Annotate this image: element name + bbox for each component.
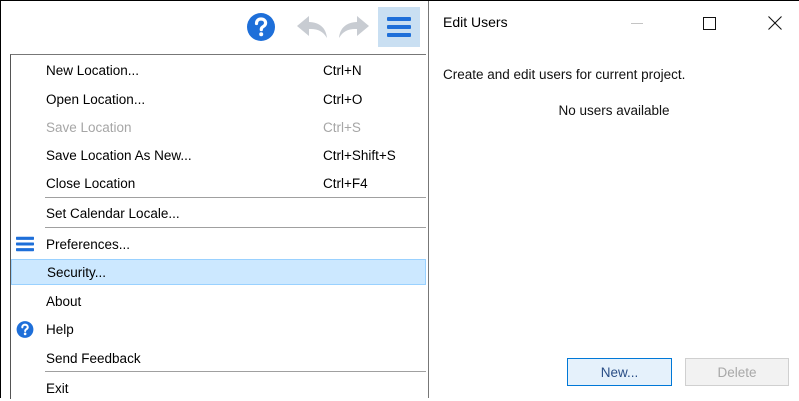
menu-item-label: Save Location (46, 119, 132, 135)
help-button[interactable] (241, 7, 281, 47)
dialog-titlebar[interactable]: Edit Users (429, 1, 799, 43)
menu-item-about[interactable]: About (11, 288, 426, 314)
menu-item-preferences[interactable]: Preferences... (11, 231, 426, 257)
menu-item-shortcut: Ctrl+O (323, 91, 363, 107)
hamburger-menu-icon (387, 17, 411, 37)
close-button[interactable] (753, 9, 797, 37)
menu-item-security[interactable]: Security... (11, 259, 426, 285)
minimize-button (615, 9, 659, 37)
close-icon (768, 16, 782, 30)
menu-item-label: About (46, 293, 82, 309)
menu-item-shortcut: Ctrl+S (323, 119, 361, 135)
menu-item-label: New Location... (46, 62, 140, 78)
empty-users-message: No users available (558, 103, 670, 118)
menu-item-label: Preferences... (46, 236, 131, 252)
application-pane: New Location... Ctrl+N Open Location... … (1, 1, 426, 399)
menu-item-save-location-as-new[interactable]: Save Location As New... Ctrl+Shift+S (11, 142, 426, 168)
menu-separator (45, 371, 426, 372)
menu-item-label: Save Location As New... (46, 147, 192, 163)
preferences-list-icon (16, 235, 34, 253)
menu-item-close-location[interactable]: Close Location Ctrl+F4 (11, 170, 426, 196)
menu-item-new-location[interactable]: New Location... Ctrl+N (11, 57, 426, 83)
new-user-button[interactable]: New... (567, 358, 672, 386)
help-icon (16, 320, 34, 338)
menu-item-label: Send Feedback (46, 350, 141, 366)
menu-item-open-location[interactable]: Open Location... Ctrl+O (11, 86, 426, 112)
redo-arrow-icon (339, 16, 369, 38)
main-menu: New Location... Ctrl+N Open Location... … (10, 54, 426, 399)
menu-item-label: Close Location (46, 175, 136, 191)
menu-item-label: Open Location... (46, 91, 146, 107)
undo-arrow-icon (297, 16, 327, 38)
main-menu-button[interactable] (378, 7, 420, 47)
menu-item-label: Set Calendar Locale... (46, 205, 180, 221)
maximize-button[interactable] (687, 9, 731, 37)
undo-button[interactable] (292, 7, 332, 47)
help-icon (247, 13, 275, 41)
menu-separator (45, 197, 426, 198)
menu-item-label: Help (46, 321, 74, 337)
menu-item-label: Exit (46, 380, 69, 396)
menu-item-shortcut: Ctrl+N (323, 62, 362, 78)
menu-item-set-calendar-locale[interactable]: Set Calendar Locale... (11, 200, 426, 226)
menu-item-shortcut: Ctrl+Shift+S (323, 147, 396, 163)
minimize-icon (631, 23, 643, 24)
menu-item-shortcut: Ctrl+F4 (323, 175, 368, 191)
menu-item-save-location: Save Location Ctrl+S (11, 114, 426, 140)
dialog-title: Edit Users (443, 14, 508, 30)
toolbar (1, 1, 426, 53)
menu-item-label: Security... (47, 264, 107, 280)
delete-user-button: Delete (685, 358, 789, 386)
menu-item-exit[interactable]: Exit (11, 375, 426, 401)
maximize-icon (702, 16, 716, 30)
menu-item-help[interactable]: Help (11, 316, 426, 342)
menu-item-send-feedback[interactable]: Send Feedback (11, 345, 426, 371)
dialog-description: Create and edit users for current projec… (443, 67, 686, 82)
edit-users-dialog: Edit Users Create and edit users for cur… (428, 1, 799, 398)
menu-separator (45, 227, 426, 228)
redo-button[interactable] (334, 7, 374, 47)
